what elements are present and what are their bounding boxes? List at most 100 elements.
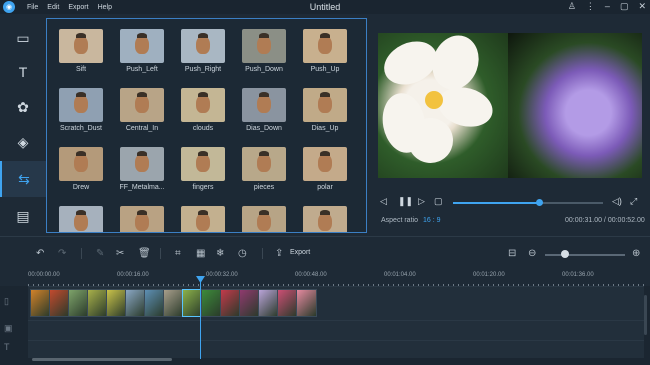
- playback-handle[interactable]: [535, 199, 543, 206]
- timeline-scrollbar[interactable]: [32, 358, 172, 361]
- timeline-clip[interactable]: [296, 289, 317, 317]
- film-icon: ▤: [16, 207, 30, 224]
- timeline-clip[interactable]: [87, 289, 108, 317]
- delete-icon[interactable]: 🗑: [138, 248, 151, 259]
- transition-item[interactable]: Push_Up: [297, 29, 353, 73]
- crop-icon[interactable]: ⌗: [175, 248, 181, 259]
- rail-filters[interactable]: ✿: [0, 89, 46, 125]
- timeline-clip[interactable]: [258, 289, 279, 317]
- transition-item[interactable]: Push_Right: [175, 29, 231, 73]
- menu-export[interactable]: Export: [68, 4, 88, 11]
- transition-item[interactable]: [297, 206, 353, 232]
- timeline-clip[interactable]: [144, 289, 165, 317]
- more-icon[interactable]: ⋮: [586, 1, 595, 12]
- stop-icon[interactable]: ▢: [434, 196, 443, 207]
- edit-pen-icon[interactable]: ✎: [96, 248, 104, 259]
- timeline-clip[interactable]: [125, 289, 146, 317]
- transition-item[interactable]: Scratch_Dust: [53, 88, 109, 132]
- playhead[interactable]: [200, 279, 201, 359]
- video-lane-icon: ▯: [4, 296, 9, 306]
- maximize-icon[interactable]: ▢: [620, 1, 629, 12]
- transition-item[interactable]: Dias_Up: [297, 88, 353, 132]
- timeline-clip[interactable]: [49, 289, 70, 317]
- transition-item[interactable]: Push_Left: [114, 29, 170, 73]
- playback-slider[interactable]: [453, 199, 603, 206]
- redo-icon[interactable]: ↷: [58, 248, 66, 259]
- text-track[interactable]: [28, 340, 644, 358]
- transition-label: clouds: [192, 125, 214, 132]
- export-button[interactable]: Export: [290, 249, 310, 256]
- text-icon: T: [18, 64, 28, 80]
- timeline-clip[interactable]: [220, 289, 241, 317]
- ruler-tick: 00:00:48.00: [295, 272, 327, 278]
- rail-media[interactable]: ▭: [0, 20, 46, 56]
- transition-thumbnail: [181, 147, 225, 181]
- menu-bar: File Edit Export Help: [27, 4, 112, 11]
- zoom-handle[interactable]: [561, 250, 569, 258]
- timeline-clip[interactable]: [30, 289, 51, 317]
- cut-icon[interactable]: ✂: [116, 248, 124, 259]
- transition-item[interactable]: Sift: [53, 29, 109, 73]
- zoom-in-icon[interactable]: ⊕: [632, 248, 640, 259]
- transition-item[interactable]: Dias_Down: [236, 88, 292, 132]
- rail-transitions[interactable]: ⇆: [0, 161, 46, 197]
- aspect-value[interactable]: 16 : 9: [423, 217, 441, 224]
- fit-icon[interactable]: ⊟: [508, 248, 516, 259]
- prev-icon[interactable]: ◁: [380, 196, 387, 207]
- transition-thumbnail: [59, 147, 103, 181]
- timeline-clip[interactable]: [106, 289, 127, 317]
- transition-thumbnail: [59, 29, 103, 63]
- timeline-clip[interactable]: [239, 289, 260, 317]
- transition-item[interactable]: Drew: [53, 147, 109, 191]
- preview-frame-b: [508, 33, 642, 178]
- fullscreen-icon[interactable]: ⤢: [630, 196, 637, 207]
- menu-file[interactable]: File: [27, 4, 38, 11]
- video-track[interactable]: [28, 286, 644, 320]
- transition-item[interactable]: polar: [297, 147, 353, 191]
- transition-item[interactable]: Central_In: [114, 88, 170, 132]
- pause-icon[interactable]: ❚❚: [398, 196, 413, 207]
- minimize-icon[interactable]: –: [605, 1, 610, 12]
- transition-item[interactable]: clouds: [175, 88, 231, 132]
- rail-text[interactable]: T: [0, 54, 46, 90]
- timeline-clip[interactable]: [201, 289, 222, 317]
- menu-edit[interactable]: Edit: [47, 4, 59, 11]
- overlay-lane-icon: ▣: [4, 323, 13, 333]
- timeline-clip[interactable]: [277, 289, 298, 317]
- volume-icon[interactable]: ◁): [612, 196, 622, 207]
- duration-icon[interactable]: ◷: [238, 248, 247, 259]
- preview-frame-a: [378, 33, 508, 178]
- menu-help[interactable]: Help: [98, 4, 112, 11]
- filter-icon: ✿: [17, 98, 29, 115]
- transition-item[interactable]: [236, 206, 292, 232]
- timeline-clip[interactable]: [68, 289, 89, 317]
- overlay-track[interactable]: [28, 320, 644, 340]
- timeline-ruler[interactable]: 00:00:00.00 00:00:16.00 00:00:32.00 00:00:4…: [0, 270, 650, 286]
- media-icon: ▭: [16, 29, 30, 46]
- zoom-out-icon[interactable]: ⊖: [528, 248, 536, 259]
- close-icon[interactable]: ✕: [638, 1, 646, 12]
- ruler-tick: 00:00:00.00: [28, 272, 60, 278]
- freeze-icon[interactable]: ❄: [216, 248, 224, 259]
- transition-label: Push_Left: [126, 66, 158, 73]
- transition-item[interactable]: Push_Down: [236, 29, 292, 73]
- transition-item[interactable]: pieces: [236, 147, 292, 191]
- transition-item[interactable]: [53, 206, 109, 232]
- transition-item[interactable]: [175, 206, 231, 232]
- mosaic-icon[interactable]: ▦: [196, 248, 205, 259]
- transition-item[interactable]: fingers: [175, 147, 231, 191]
- undo-icon[interactable]: ↶: [36, 248, 44, 259]
- export-icon[interactable]: ⇪: [275, 248, 283, 259]
- transition-label: fingers: [192, 184, 214, 191]
- transition-thumbnail: [242, 29, 286, 63]
- next-icon[interactable]: ▷: [418, 196, 425, 207]
- person-icon[interactable]: ♙: [568, 1, 576, 12]
- aspect-ratio: Aspect ratio 16 : 9: [381, 217, 441, 224]
- timeline-vscrollbar[interactable]: [644, 295, 647, 335]
- zoom-slider[interactable]: [545, 254, 625, 256]
- rail-elements[interactable]: ▤: [0, 198, 46, 234]
- timeline-clip[interactable]: [163, 289, 184, 317]
- rail-overlays[interactable]: ◈: [0, 124, 46, 160]
- transition-item[interactable]: [114, 206, 170, 232]
- transition-item[interactable]: FF_Metalma...: [114, 147, 170, 191]
